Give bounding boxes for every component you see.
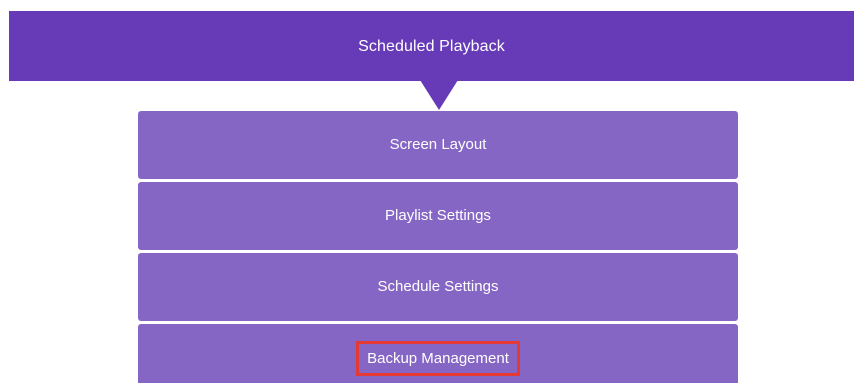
- menu-item-label: Backup Management: [356, 341, 520, 376]
- menu-item-schedule-settings[interactable]: Schedule Settings: [138, 253, 738, 321]
- page: Scheduled Playback Screen Layout Playlis…: [0, 0, 854, 383]
- menu-item-backup-management[interactable]: Backup Management: [138, 324, 738, 383]
- menu-item-label: Screen Layout: [389, 136, 487, 153]
- header-bar[interactable]: Scheduled Playback: [9, 11, 854, 81]
- submenu: Screen Layout Playlist Settings Schedule…: [138, 111, 738, 383]
- header-title: Scheduled Playback: [358, 38, 505, 55]
- menu-item-label: Schedule Settings: [377, 278, 499, 295]
- dropdown-pointer-arrow: [420, 80, 458, 110]
- menu-item-label: Playlist Settings: [385, 207, 491, 224]
- menu-item-screen-layout[interactable]: Screen Layout: [138, 111, 738, 179]
- menu-item-playlist-settings[interactable]: Playlist Settings: [138, 182, 738, 250]
